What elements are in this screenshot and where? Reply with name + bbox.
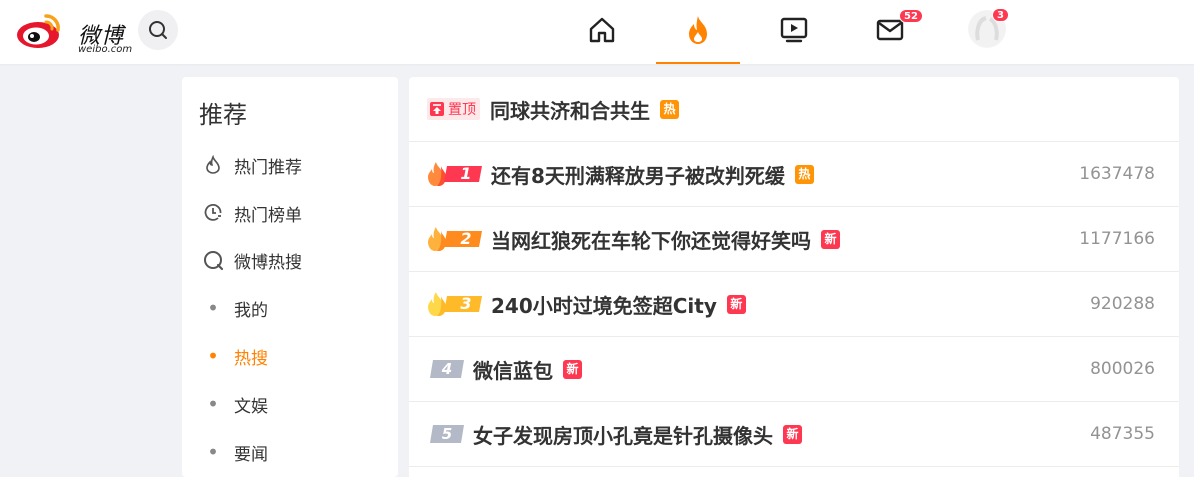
home-icon [589, 17, 615, 43]
nav-home-button[interactable] [582, 10, 622, 50]
rank-number: 3 [460, 294, 472, 313]
heat-count: 487355 [1090, 424, 1155, 444]
row-title[interactable]: 女子发现房顶小孔竟是针孔摄像头 [473, 420, 773, 449]
sidebar-item-hot-search[interactable]: • 热搜 [202, 344, 268, 369]
new-tag: 新 [563, 359, 582, 379]
rank-number: 2 [460, 229, 472, 248]
search-button[interactable] [138, 10, 178, 50]
nav-hot-button[interactable] [678, 10, 718, 50]
hot-row[interactable]: 4 微信蓝包 新 800026 [409, 337, 1179, 402]
hot-row[interactable]: 3 240小时过境免签超City 新 920288 [409, 272, 1179, 337]
fire-icon [689, 16, 707, 44]
search-icon [149, 21, 167, 39]
heat-count: 800026 [1090, 359, 1155, 379]
bullet-icon: • [207, 440, 219, 464]
new-tag: 新 [821, 229, 840, 249]
sidebar-item-label: 热门榜单 [234, 205, 302, 226]
sidebar-item-mine[interactable]: • 我的 [202, 296, 268, 321]
pinned-label: 置顶 [448, 102, 476, 118]
sidebar-title: 推荐 [199, 101, 247, 129]
heat-count: 920288 [1090, 294, 1155, 314]
row-title[interactable]: 240小时过境免签超City [491, 290, 717, 319]
clock-chart-icon [202, 202, 224, 224]
sidebar-item-weibo-search[interactable]: 微博热搜 [202, 248, 302, 273]
heat-count: 1177166 [1079, 229, 1155, 249]
hot-tag: 热 [660, 99, 679, 119]
sidebar: 推荐 热门推荐 热门榜单 微博热搜 • 我的 • 热搜 • 文娱 • 要闻 [182, 77, 398, 477]
rank-number: 5 [441, 425, 453, 443]
sidebar-item-entertainment[interactable]: • 文娱 [202, 392, 268, 417]
sidebar-item-label: 文娱 [234, 396, 268, 417]
weibo-logo[interactable]: 微博 weibo.com [16, 10, 132, 55]
video-icon [780, 17, 808, 43]
hot-row[interactable]: 2 当网红狼死在车轮下你还觉得好笑吗 新 1177166 [409, 207, 1179, 272]
rank-badge: 4 [429, 359, 465, 379]
profile-badge: 3 [992, 8, 1009, 22]
sidebar-item-news[interactable]: • 要闻 [202, 440, 268, 465]
top-bar: 微博 weibo.com 52 3 [0, 0, 1194, 64]
sidebar-item-label: 热搜 [234, 348, 268, 369]
search-circle-icon [202, 249, 224, 271]
hot-search-list: 置顶 同球共济和合共生 热 1 还有8天刑满释放男子被改判死缓 热 163747… [409, 77, 1179, 477]
row-title[interactable]: 当网红狼死在车轮下你还觉得好笑吗 [491, 225, 811, 254]
hot-row[interactable]: 5 女子发现房顶小孔竟是针孔摄像头 新 487355 [409, 402, 1179, 467]
active-tab-underline [656, 62, 740, 64]
rank-badge: 5 [429, 424, 465, 444]
sidebar-item-label: 热门推荐 [234, 157, 302, 178]
pin-up-icon [430, 102, 444, 116]
rank-badge: 3 [427, 291, 483, 317]
sidebar-item-hot-recommend[interactable]: 热门推荐 [202, 153, 302, 178]
sidebar-item-label: 微博热搜 [234, 252, 302, 273]
sidebar-item-hot-list[interactable]: 热门榜单 [202, 201, 302, 226]
rank-badge: 1 [427, 161, 483, 187]
row-title[interactable]: 微信蓝包 [473, 355, 553, 384]
heat-count: 1637478 [1079, 164, 1155, 184]
hot-row[interactable]: 1 还有8天刑满释放男子被改判死缓 热 1637478 [409, 142, 1179, 207]
logo-subtext: weibo.com [78, 44, 133, 55]
new-tag: 新 [726, 294, 746, 314]
rank-number: 1 [460, 164, 472, 183]
messages-badge: 52 [899, 9, 923, 23]
hot-tag: 热 [794, 164, 814, 184]
bullet-icon: • [207, 344, 219, 368]
new-tag: 新 [783, 424, 802, 444]
bullet-icon: • [207, 296, 219, 320]
rank-badge: 2 [427, 226, 483, 252]
bullet-icon: • [207, 392, 219, 416]
sidebar-item-label: 我的 [234, 300, 268, 321]
row-title[interactable]: 同球共济和合共生 [490, 95, 650, 124]
weibo-eye-icon [17, 14, 60, 48]
flame-outline-icon [202, 154, 224, 176]
pinned-row[interactable]: 置顶 同球共济和合共生 热 [409, 77, 1179, 142]
nav-video-button[interactable] [774, 10, 814, 50]
rank-number: 4 [441, 360, 453, 378]
pinned-badge: 置顶 [427, 98, 480, 120]
sidebar-item-label: 要闻 [234, 444, 268, 465]
row-title[interactable]: 还有8天刑满释放男子被改判死缓 [491, 160, 785, 189]
